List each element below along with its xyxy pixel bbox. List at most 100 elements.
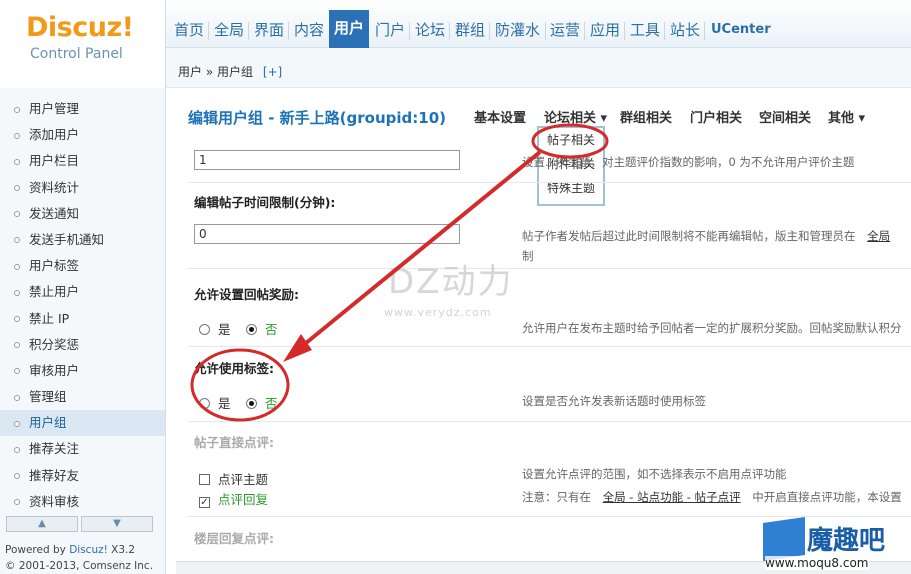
nav-user[interactable]: 用户 [329,10,370,48]
edit-time-limit-hint-text: 帖子作者发帖后超过此时间限制将不能再编辑帖，版主和管理员在 [522,229,856,243]
sidebar-item-label: 发送手机通知 [29,231,105,247]
edit-time-limit-input[interactable]: 0 [194,224,460,244]
nav-content[interactable]: 内容 [291,12,327,48]
scroll-up-button[interactable]: ▲ [6,516,78,532]
comment-reply-checkbox[interactable]: ✓ 点评回复 [199,489,268,508]
sidebar-item[interactable]: 资料统计 [0,175,165,201]
sidebar-item[interactable]: 用户栏目 [0,148,165,174]
watermark-text: DZ动力 [388,262,514,302]
breadcrumb: 用户 » 用户组 [+] [178,63,282,80]
bullet-icon [14,342,20,349]
sidebar-item-label: 资料审核 [29,493,80,509]
radio-label: 否 [265,322,278,337]
bullet-icon [14,106,20,113]
checkbox-label: 点评回复 [218,492,269,507]
logo-brand: Discuz! [26,12,134,43]
breadcrumb-path[interactable]: 用户 » 用户组 [178,65,253,79]
nav-admin[interactable]: 站长 [667,12,703,48]
checkbox-label: 点评主题 [218,472,269,487]
sidebar-item[interactable]: 积分奖惩 [0,332,165,358]
sidebar-item[interactable]: 发送手机通知 [0,227,165,253]
top-nav: 首页 全局 界面 内容 用户 门户 论坛 群组 防灌水 运营 应用 工具 站长 … [166,0,911,48]
divider [188,421,911,422]
nav-antispam[interactable]: 防灌水 [492,12,543,48]
tab-other[interactable]: 其他 ▾ [828,107,865,126]
rating-input[interactable]: 1 [194,150,460,170]
sidebar-item[interactable]: 发送通知 [0,201,165,227]
sidebar-item-label: 用户栏目 [29,153,80,169]
nav-separator [208,22,209,40]
reply-reward-label: 允许设置回帖奖励: [194,287,299,302]
allow-tags-yes-radio[interactable]: 是 [199,393,231,412]
floor-reply-comment-label: 楼层回复点评: [194,531,274,546]
reply-reward-no-radio[interactable]: 否 [246,319,278,338]
nav-interface[interactable]: 界面 [251,12,287,48]
edit-time-limit-label: 编辑帖子时间限制(分钟): [194,195,336,210]
nav-separator [409,22,410,40]
nav-group[interactable]: 群组 [452,12,488,48]
sidebar-item[interactable]: 推荐关注 [0,436,165,462]
bullet-icon [14,237,20,244]
allow-tags-no-radio[interactable]: 否 [246,393,278,412]
sidebar-item[interactable]: 推荐好友 [0,463,165,489]
tab-basic-settings[interactable]: 基本设置 [474,107,526,126]
powered-prefix: Powered by [5,544,70,556]
bullet-icon [14,289,20,296]
note-suffix: 中开启直接点评功能，本设置 [752,490,902,504]
sidebar-item[interactable]: 管理组 [0,384,165,410]
dropdown-item-special-thread[interactable]: 特殊主题 [539,176,603,200]
nav-separator [704,22,705,40]
sidebar-item[interactable]: 禁止 IP [0,306,165,332]
sidebar-item[interactable]: 审核用户 [0,358,165,384]
nav-operation[interactable]: 运营 [547,12,583,48]
powered-brand-link[interactable]: Discuz! [69,544,108,556]
nav-global[interactable]: 全局 [211,12,247,48]
nav-portal[interactable]: 门户 [372,12,408,48]
checkbox-box [199,474,210,485]
bullet-icon [14,158,20,165]
scroll-down-button[interactable]: ▼ [81,516,153,532]
bullet-icon [14,211,20,218]
cube-icon [763,517,805,561]
nav-home[interactable]: 首页 [171,12,207,48]
page-title: 编辑用户组 - 新手上路(groupid:10) [188,109,446,127]
global-link[interactable]: 全局 [867,229,890,243]
sidebar: 用户管理 添加用户用户栏目资料统计 发送通知发送手机通知 用户标签禁止用户禁止 IP 积… [0,88,166,574]
sidebar-item[interactable]: 添加用户 [0,122,165,148]
sidebar-item[interactable]: 用户管理 [0,96,165,122]
sidebar-item[interactable]: 禁止用户 [0,279,165,305]
divider [188,346,911,347]
sidebar-item-label: 积分奖惩 [29,336,80,352]
nav-forum[interactable]: 论坛 [412,12,448,48]
tab-space-related[interactable]: 空间相关 [759,107,811,126]
watermark-url: www.verydz.com [384,306,492,319]
corner-logo-name: 魔趣吧 [807,526,886,556]
nav-app[interactable]: 应用 [587,12,623,48]
dropdown-item-post[interactable]: 帖子相关 [539,128,603,152]
tab-group-related[interactable]: 群组相关 [620,107,672,126]
radio-circle [199,398,210,409]
add-shortcut-button[interactable]: [+] [263,65,282,79]
nav-ucenter[interactable]: UCenter [708,12,774,48]
tab-portal-related[interactable]: 门户相关 [690,107,742,126]
bullet-icon [14,499,20,506]
sidebar-item-label: 禁止 IP [29,310,70,326]
direct-comment-hint: 设置允许点评的范围，如不选择表示不启用点评功能 [522,467,787,481]
sidebar-item[interactable]: 用户组 [0,410,165,437]
comment-thread-checkbox[interactable]: 点评主题 [199,469,268,488]
tab-forum-related[interactable]: 论坛相关 ▾ [544,107,607,126]
sidebar-item-label: 用户标签 [29,258,80,274]
nav-tools[interactable]: 工具 [627,12,663,48]
checkbox-checked-icon: ✓ [199,497,210,508]
allow-tags-label: 允许使用标签: [194,361,274,376]
comment-settings-link[interactable]: 全局 - 站点功能 - 帖子点评 [603,490,741,504]
logo[interactable]: Discuz! Control Panel [0,0,166,88]
reply-reward-hint: 允许用户在发布主题时给予回帖者一定的扩展积分奖励。回帖奖励默认积分 [522,321,902,335]
sidebar-menu: 用户管理 添加用户用户栏目资料统计 发送通知发送手机通知 用户标签禁止用户禁止 IP 积… [0,88,165,515]
copyright: © 2001-2013, Comsenz Inc. [5,560,154,572]
sidebar-item[interactable]: 资料审核 [0,489,165,515]
direct-comment-label: 帖子直接点评: [194,435,274,450]
sidebar-item[interactable]: 用户标签 [0,253,165,279]
nav-separator [248,22,249,40]
reply-reward-yes-radio[interactable]: 是 [199,319,231,338]
